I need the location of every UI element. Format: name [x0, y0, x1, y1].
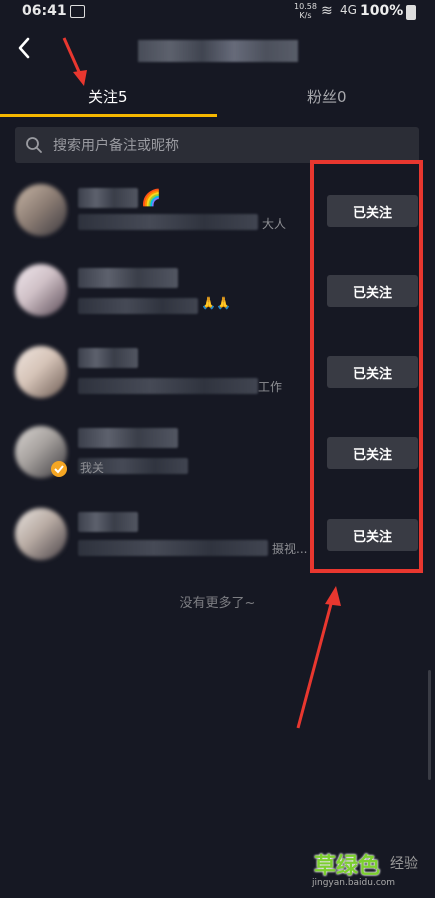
user-desc-suffix: 工作: [258, 380, 283, 394]
network-speed-value: 10.58: [294, 2, 317, 11]
avatar[interactable]: [15, 346, 67, 398]
battery-percent: 100%: [360, 3, 404, 19]
user-desc-blurred: [78, 540, 268, 556]
user-name-blurred: [78, 512, 138, 532]
user-name-blurred: [78, 428, 178, 448]
scrollbar[interactable]: [428, 670, 431, 780]
wifi-icon: ≋: [321, 3, 333, 19]
tab-bar: 关注5 粉丝0: [0, 80, 435, 118]
network-speed: 10.58 K/s: [294, 2, 317, 20]
verified-badge-icon: [51, 461, 67, 477]
user-name-blurred: [78, 348, 138, 368]
user-desc-suffix: 大人: [262, 217, 287, 231]
active-tab-indicator: [0, 114, 217, 117]
tab-following[interactable]: 关注5: [88, 86, 128, 107]
user-name-blurred: [78, 268, 178, 288]
status-time: 06:41: [22, 3, 67, 19]
watermark: 草绿色 经验 jingyan.baidu.com: [312, 848, 422, 892]
avatar[interactable]: [15, 508, 67, 560]
watermark-url: jingyan.baidu.com: [312, 878, 396, 888]
user-desc-suffix: 我关: [80, 461, 105, 475]
watermark-side: 经验: [390, 856, 418, 872]
user-desc-suffix: 🙏🙏: [201, 296, 231, 310]
user-desc-blurred: [78, 298, 198, 314]
page-title-blurred: [138, 40, 298, 62]
search-box[interactable]: [15, 127, 419, 165]
avatar[interactable]: [15, 184, 67, 236]
gallery-notification-icon: [70, 5, 85, 18]
search-icon: [26, 137, 42, 153]
user-desc-suffix: 摄视...: [272, 542, 308, 556]
network-speed-unit: K/s: [299, 11, 312, 20]
user-desc-blurred: [78, 378, 258, 394]
user-desc-blurred: [78, 214, 258, 230]
battery-icon: [406, 5, 416, 20]
tab-fans[interactable]: 粉丝0: [307, 86, 347, 107]
user-name-emoji: 🌈: [141, 188, 161, 207]
avatar[interactable]: [15, 264, 67, 316]
signal-4g-label: 4G: [340, 3, 357, 17]
no-more-text: 没有更多了~: [179, 596, 256, 611]
status-bar: 06:41 10.58 K/s ≋ 4G 100%: [0, 0, 435, 24]
header: [0, 28, 435, 68]
back-arrow-icon[interactable]: [14, 34, 36, 62]
user-name-blurred: [78, 188, 138, 208]
watermark-main: 草绿色: [314, 853, 381, 879]
annotation-highlight-box: [310, 160, 423, 573]
